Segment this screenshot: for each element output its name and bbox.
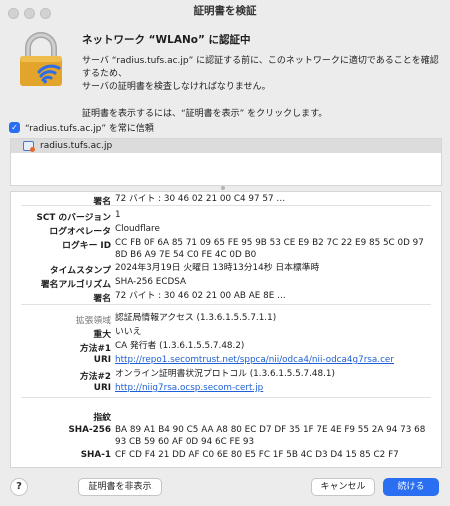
section-separator (21, 304, 431, 305)
window-title: 証明書を検証 (193, 5, 257, 17)
header-text: ネットワーク “WLANo” に認証中 サーバ “radius.tufs.ac.… (82, 30, 442, 119)
minimize-window-button[interactable] (24, 8, 35, 19)
detail-value: CF CD F4 21 DD AF C0 6E 80 E5 FC 1F 5B 4… (115, 450, 399, 460)
detail-key: 方法#2 (79, 372, 111, 382)
detail-key: SCT のバージョン (36, 213, 111, 223)
section-separator (21, 397, 431, 398)
detail-key: 方法#1 (79, 344, 111, 354)
detail-key: SHA-1 (80, 450, 111, 460)
certificate-list-item[interactable]: radius.tufs.ac.jp (11, 139, 441, 153)
always-trust-checkbox[interactable]: ✓ “radius.tufs.ac.jp” を常に信頼 (9, 121, 154, 134)
continue-button[interactable]: 続ける (383, 478, 439, 496)
checkmark-icon[interactable]: ✓ (9, 122, 20, 133)
detail-value: BA 89 A1 B4 90 C5 AA A8 80 EC D7 DF 35 1… (115, 425, 426, 447)
header-title: ネットワーク “WLANo” に認証中 (82, 34, 251, 46)
detail-key: ログオペレータ (49, 227, 111, 237)
always-trust-label: “radius.tufs.ac.jp” を常に信頼 (25, 124, 154, 134)
hide-certificate-button[interactable]: 証明書を非表示 (78, 478, 162, 496)
zoom-window-button[interactable] (40, 8, 51, 19)
detail-value: いいえ (115, 327, 142, 337)
detail-value: 72 バイト : 30 46 02 21 00 AB AE 8E … (115, 291, 286, 301)
detail-value: Cloudflare (115, 224, 160, 234)
detail-key: URI (93, 383, 111, 393)
ocsp-uri-link[interactable]: http://niig7rsa.ocsp.secom-cert.jp (115, 383, 435, 395)
cancel-button[interactable]: キャンセル (311, 478, 375, 496)
detail-key: ログキー ID (62, 241, 111, 251)
detail-value: CC FB 0F 6A 85 71 09 65 FE 95 9B 53 CE E… (115, 238, 424, 260)
detail-key: 指紋 (93, 413, 111, 423)
detail-key: SHA-256 (68, 425, 111, 435)
detail-value: SHA-256 ECDSA (115, 277, 187, 287)
detail-value: CA 発行者 (1.3.6.1.5.5.7.48.2) (115, 341, 245, 351)
detail-key: URI (93, 355, 111, 365)
detail-key: 重大 (93, 330, 111, 340)
certificate-dialog: 証明書を検証 ネットワーク “WLANo” に認証中 サーバ “radius.t… (0, 0, 450, 506)
ca-issuer-uri-link[interactable]: http://repo1.secomtrust.net/sppca/nii/od… (115, 355, 435, 367)
row-separator (21, 205, 431, 206)
certificate-list[interactable]: radius.tufs.ac.jp (10, 138, 442, 186)
window-controls (8, 5, 56, 27)
detail-key: 署名 (93, 294, 111, 304)
wifi-lock-icon (14, 30, 72, 90)
drag-handle-icon[interactable] (221, 186, 225, 190)
detail-value: 認証局情報アクセス (1.3.6.1.5.5.7.1.1) (115, 313, 277, 323)
button-bar: ? 証明書を非表示 キャンセル 続ける (0, 470, 450, 506)
header-description-line2: サーバの証明書を検査しなければなりません。 (82, 82, 271, 92)
detail-key: 拡張領域 (75, 316, 111, 326)
title-bar: 証明書を検証 (0, 0, 450, 22)
header-description: サーバ “radius.tufs.ac.jp” に認証する前に、このネットワーク… (82, 55, 442, 94)
detail-value: 1 (115, 210, 121, 220)
certificate-icon (23, 141, 35, 152)
help-button[interactable]: ? (10, 478, 28, 496)
certificate-details: 署名 72 バイト : 30 46 02 21 00 C4 97 57 … SCT… (10, 191, 442, 468)
detail-value: オンライン証明書状況プロトコル (1.3.6.1.5.5.7.48.1) (115, 369, 335, 379)
detail-value: 2024年3月19日 火曜日 13時13分14秒 日本標準時 (115, 263, 320, 273)
detail-key: 署名アルゴリズム (40, 280, 111, 290)
detail-key: タイムスタンプ (49, 266, 111, 276)
header-note: 証明書を表示するには、“証明書を表示” をクリックします。 (82, 109, 328, 119)
close-window-button[interactable] (8, 8, 19, 19)
header-description-line1: サーバ “radius.tufs.ac.jp” に認証する前に、このネットワーク… (82, 56, 439, 79)
certificate-name: radius.tufs.ac.jp (40, 141, 113, 151)
detail-value: 72 バイト : 30 46 02 21 00 C4 97 57 … (115, 194, 286, 204)
